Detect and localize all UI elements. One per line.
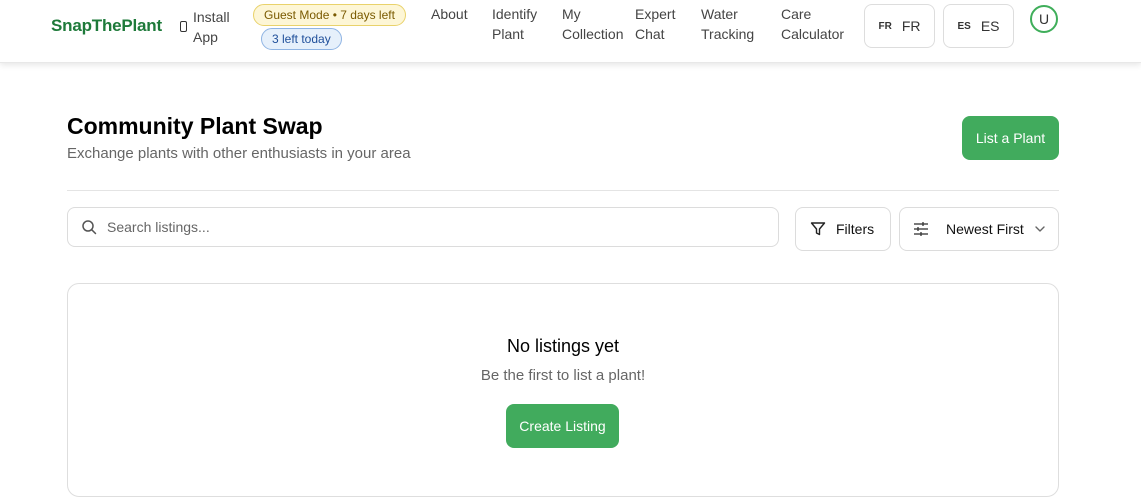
nav-my-collection[interactable]: My Collection — [562, 4, 624, 44]
install-app-button[interactable]: Install App — [180, 7, 235, 47]
divider — [67, 190, 1059, 191]
flag-fr-icon: FR — [878, 20, 892, 32]
create-listing-button[interactable]: Create Listing — [506, 404, 619, 448]
nav-about[interactable]: About — [431, 4, 468, 24]
page-subtitle: Exchange plants with other enthusiasts i… — [67, 145, 411, 162]
nav-identify-plant[interactable]: Identify Plant — [492, 4, 542, 44]
search-input[interactable] — [107, 219, 747, 235]
language-es-button[interactable]: ES ES — [943, 4, 1014, 48]
top-navbar: SnapThePlant Install App Guest Mode • 7 … — [0, 0, 1141, 63]
flag-es-icon: ES — [957, 20, 971, 32]
chevron-down-icon — [1035, 226, 1045, 232]
search-icon — [82, 220, 97, 235]
empty-state-subtitle: Be the first to list a plant! — [480, 367, 646, 384]
remaining-count-badge: 3 left today — [261, 28, 342, 50]
filter-icon — [810, 222, 826, 236]
install-app-label: Install App — [193, 9, 230, 45]
language-fr-label: FR — [901, 18, 921, 34]
list-plant-button[interactable]: List a Plant — [962, 116, 1059, 160]
app-logo[interactable]: SnapThePlant — [51, 16, 162, 36]
filters-button[interactable]: Filters — [795, 207, 891, 251]
nav-care-calculator[interactable]: Care Calculator — [781, 4, 845, 44]
language-fr-button[interactable]: FR FR — [864, 4, 935, 48]
empty-state-title: No listings yet — [506, 336, 620, 356]
search-box — [67, 207, 779, 247]
sliders-icon — [914, 222, 928, 236]
nav-expert-chat[interactable]: Expert Chat — [635, 4, 683, 44]
guest-mode-badge: Guest Mode • 7 days left — [253, 4, 406, 26]
user-avatar[interactable]: U — [1030, 5, 1058, 33]
nav-water-tracking[interactable]: Water Tracking — [701, 4, 759, 44]
language-es-label: ES — [980, 18, 1000, 34]
sort-selected-label: Newest First — [946, 221, 1024, 237]
phone-icon — [180, 21, 187, 32]
page-title: Community Plant Swap — [67, 113, 323, 139]
empty-state-card: No listings yet Be the first to list a p… — [67, 283, 1059, 497]
sort-select[interactable]: Newest First — [899, 207, 1059, 251]
filters-label: Filters — [836, 221, 875, 237]
